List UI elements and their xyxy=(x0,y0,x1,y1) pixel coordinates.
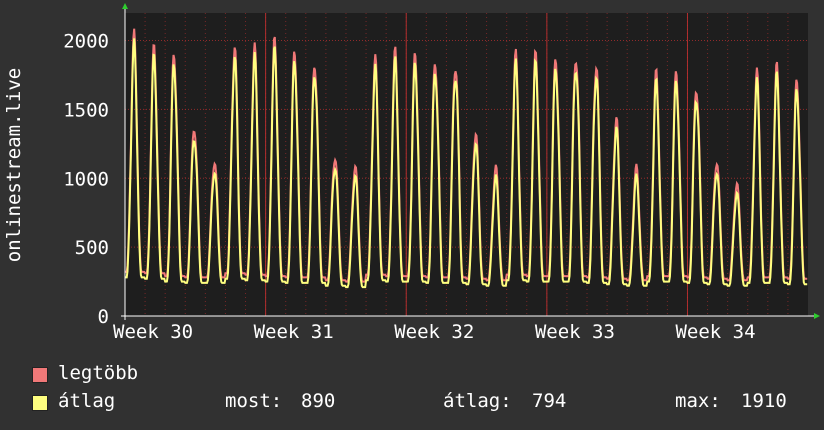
stat-now-label: most: xyxy=(225,390,283,412)
y-tick-label: 1000 xyxy=(63,168,109,190)
x-axis-arrow-icon xyxy=(814,313,820,319)
stat-max-value: 1910 xyxy=(741,390,787,412)
y-tick-label: 0 xyxy=(98,306,109,328)
y-tick-label: 500 xyxy=(75,237,109,259)
y-axis-arrow-icon xyxy=(122,3,128,9)
stat-avg-value: 794 xyxy=(532,390,567,412)
legend-max-label: legtöbb xyxy=(58,362,139,384)
y-axis-label: onlinestream.live xyxy=(3,68,25,262)
legend-swatch-avg xyxy=(32,395,48,411)
stat-max-label: max: xyxy=(675,390,721,412)
x-tick-label: Week 32 xyxy=(394,321,474,343)
x-tick-label: Week 33 xyxy=(535,321,615,343)
x-axis-ticks: Week 30 Week 31 Week 32 Week 33 Week 34 xyxy=(113,321,756,343)
y-tick-label: 1500 xyxy=(63,99,109,121)
stat-now-value: 890 xyxy=(301,390,336,412)
legend-swatch-max xyxy=(32,367,48,383)
y-axis-ticks: 0 500 1000 1500 2000 xyxy=(63,31,109,328)
y-tick-label: 2000 xyxy=(63,31,109,53)
legend-avg-label: átlag xyxy=(58,390,116,412)
x-tick-label: Week 34 xyxy=(675,321,755,343)
stat-avg-label: átlag: xyxy=(443,390,512,412)
x-tick-label: Week 31 xyxy=(254,321,334,343)
x-tick-label: Week 30 xyxy=(113,321,193,343)
